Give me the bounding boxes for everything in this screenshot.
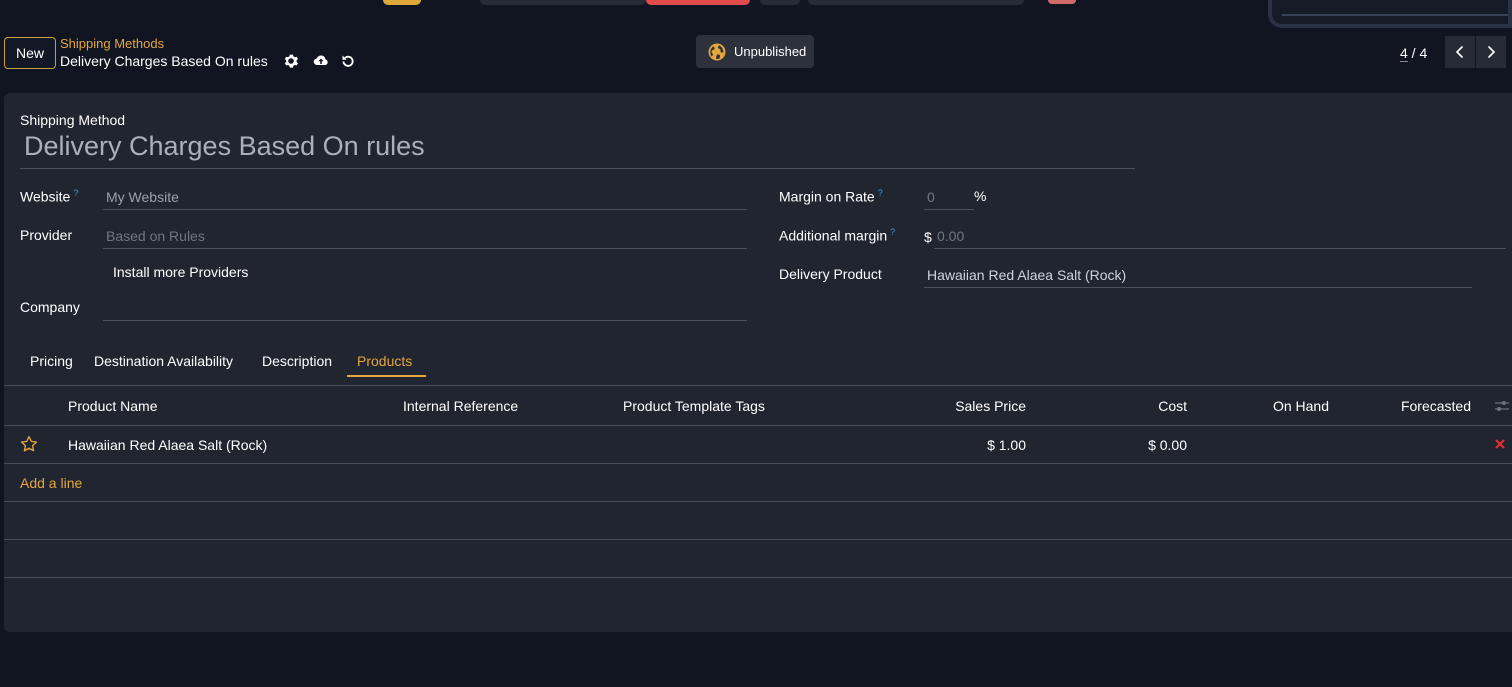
pager-previous-button[interactable] — [1445, 36, 1475, 68]
navbar-fragment-search[interactable] — [808, 0, 1024, 5]
column-header-product-name[interactable]: Product Name — [68, 398, 157, 414]
table-row[interactable]: Hawaiian Red Alaea Salt (Rock) $ 1.00 $ … — [4, 426, 1512, 464]
delivery-product-label: Delivery Product — [779, 266, 882, 282]
company-field[interactable] — [103, 296, 747, 321]
column-header-product-template-tags[interactable]: Product Template Tags — [623, 398, 765, 414]
help-icon[interactable]: ? — [878, 188, 883, 198]
website-label: Website? — [20, 188, 79, 205]
currency-symbol: $ — [924, 229, 932, 245]
shipping-method-name-input[interactable]: Delivery Charges Based On rules — [20, 129, 1135, 169]
tab-pricing[interactable]: Pricing — [30, 353, 73, 369]
cloud-upload-icon[interactable] — [313, 53, 329, 69]
pager-separator: / — [1407, 45, 1420, 61]
add-line-row: Add a line — [4, 464, 1512, 502]
pager[interactable]: 4 / 4 — [1400, 45, 1428, 62]
breadcrumb-current: Delivery Charges Based On rules — [60, 53, 268, 69]
navbar-fragment-avatar[interactable] — [1048, 0, 1076, 4]
additional-margin-input[interactable]: 0.00 — [934, 224, 1506, 249]
tab-products[interactable]: Products — [357, 353, 412, 369]
chevron-left-icon — [1455, 45, 1464, 59]
star-icon[interactable] — [20, 435, 38, 453]
top-right-panel-fragment — [1268, 0, 1512, 28]
breadcrumb-parent-link[interactable]: Shipping Methods — [60, 36, 164, 51]
help-icon[interactable]: ? — [73, 188, 78, 198]
empty-table-row — [4, 502, 1512, 540]
delivery-product-field[interactable]: Hawaiian Red Alaea Salt (Rock) — [924, 263, 1472, 288]
column-header-forecasted[interactable]: Forecasted — [1401, 398, 1471, 414]
website-field[interactable]: My Website — [103, 185, 747, 210]
column-header-internal-reference[interactable]: Internal Reference — [403, 398, 518, 414]
navbar-fragment-alert[interactable] — [646, 0, 750, 5]
gear-icon[interactable] — [283, 53, 299, 69]
table-header: Product Name Internal Reference Product … — [4, 386, 1512, 426]
empty-table-row — [4, 540, 1512, 578]
discard-icon[interactable] — [340, 53, 356, 69]
pager-value[interactable]: 4 — [1400, 45, 1408, 62]
margin-on-rate-input[interactable]: 0 — [924, 185, 974, 210]
chevron-right-icon — [1487, 45, 1496, 59]
new-button[interactable]: New — [4, 37, 56, 69]
column-header-sales-price[interactable]: Sales Price — [955, 398, 1026, 414]
cell-sales-price[interactable]: $ 1.00 — [987, 437, 1026, 453]
tab-description[interactable]: Description — [262, 353, 332, 369]
column-header-on-hand[interactable]: On Hand — [1273, 398, 1329, 414]
provider-field[interactable]: Based on Rules — [103, 224, 747, 249]
navbar-fragment-menu[interactable] — [480, 0, 646, 5]
optional-columns-icon[interactable] — [1494, 399, 1510, 413]
margin-percent-unit: % — [974, 188, 987, 204]
company-label: Company — [20, 299, 80, 315]
navbar-fragment-button[interactable] — [760, 0, 800, 5]
form-sheet: Shipping Method Delivery Charges Based O… — [4, 93, 1512, 632]
cell-product-name[interactable]: Hawaiian Red Alaea Salt (Rock) — [68, 437, 267, 453]
margin-on-rate-label: Margin on Rate? — [779, 188, 883, 205]
tab-destination-availability[interactable]: Destination Availability — [94, 353, 233, 369]
navbar-fragment-app-icon[interactable] — [383, 0, 421, 5]
globe-icon — [708, 43, 726, 60]
publish-status-label: Unpublished — [734, 44, 807, 59]
column-header-cost[interactable]: Cost — [1158, 398, 1187, 414]
provider-label: Provider — [20, 227, 73, 243]
shipping-method-label: Shipping Method — [20, 112, 126, 128]
notebook-tabs: Pricing Destination Availability Descrip… — [4, 347, 1512, 386]
additional-margin-label: Additional margin? — [779, 227, 896, 244]
help-icon[interactable]: ? — [890, 227, 895, 237]
cell-cost[interactable]: $ 0.00 — [1148, 437, 1187, 453]
install-more-providers-button[interactable]: Install more Providers — [113, 264, 248, 280]
pager-total: 4 — [1419, 45, 1428, 61]
delete-row-icon[interactable] — [1494, 438, 1506, 450]
add-line-button[interactable]: Add a line — [20, 475, 82, 491]
publish-toggle-button[interactable]: Unpublished — [696, 35, 814, 68]
pager-next-button[interactable] — [1476, 36, 1506, 68]
